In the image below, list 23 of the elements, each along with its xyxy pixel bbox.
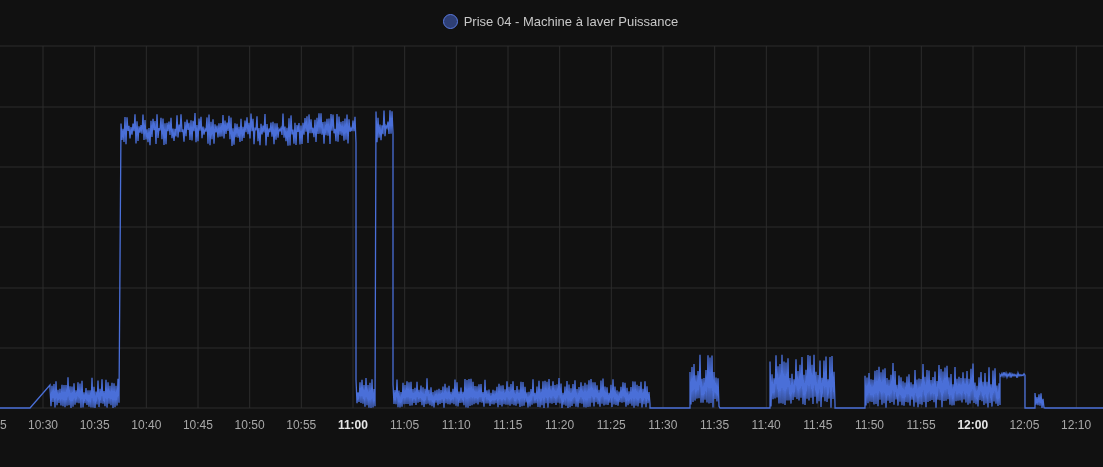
legend-swatch-icon xyxy=(442,13,458,29)
axis-tick-label: 10:35 xyxy=(78,418,111,432)
axis-tick-label: 11:55 xyxy=(905,418,937,432)
axis-tick-label: 11:45 xyxy=(802,418,834,432)
axis-tick-label: 10:40 xyxy=(130,418,163,432)
axis-tick-label: 11:00 xyxy=(336,418,369,432)
axis-tick-label: 10:45 xyxy=(181,418,214,432)
axis-tick-label: 11:25 xyxy=(595,418,627,432)
axis-tick-label: 11:30 xyxy=(647,418,679,432)
axis-tick-label: 10:55 xyxy=(285,418,318,432)
axis-tick-label: 10:50 xyxy=(233,418,266,432)
axis-tick-label: 12:05 xyxy=(1008,418,1041,432)
axis-tick-label: 11:35 xyxy=(698,418,731,432)
axis-tick-label: 11:05 xyxy=(389,418,421,432)
axis-tick-label: 12:10 xyxy=(1060,418,1093,432)
axis-tick-label: 11:20 xyxy=(543,418,576,432)
axis-tick-label: 11:15 xyxy=(492,418,524,432)
axis-tick-label: 12:00 xyxy=(956,418,990,432)
axis-tick-label: 11:10 xyxy=(440,418,472,432)
axis-tick-label: 5 xyxy=(0,418,8,432)
axis-tick-label: 11:50 xyxy=(853,418,886,432)
axis-tick-label: 11:40 xyxy=(750,418,782,432)
axis-tick-label: 10:30 xyxy=(26,418,59,432)
